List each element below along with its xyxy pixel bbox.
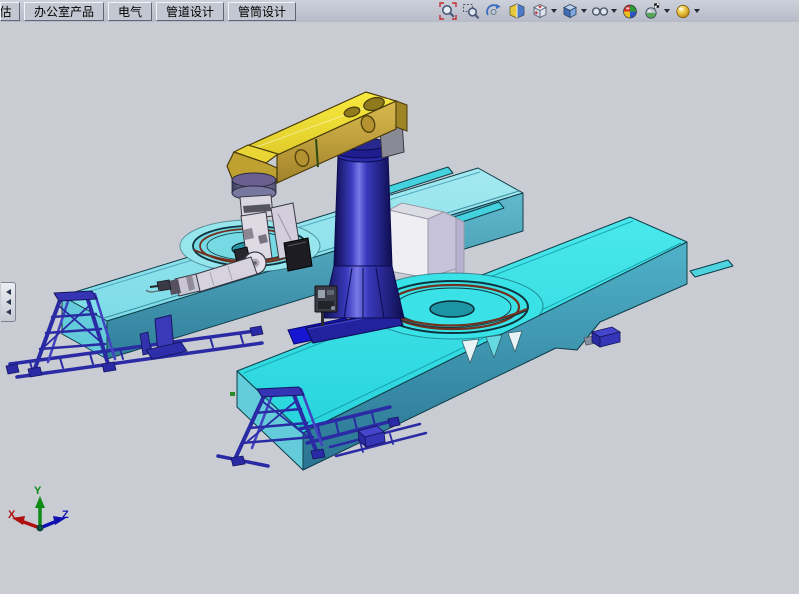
left-arrow-icon — [6, 289, 11, 295]
command-tab-piping-design[interactable]: 管道设计 — [156, 2, 224, 21]
edit-appearance-icon — [621, 2, 639, 20]
rotate-view-icon — [485, 2, 503, 20]
zoom-to-fit-icon — [439, 2, 457, 20]
orientation-triad: X Y Z — [8, 485, 69, 531]
view-orientation-dropdown[interactable] — [551, 9, 557, 13]
section-view-icon — [508, 2, 526, 20]
apply-scene-button[interactable] — [643, 1, 663, 21]
display-style-button[interactable] — [560, 1, 580, 21]
hide-show-group — [590, 1, 617, 21]
command-tab-electrical[interactable]: 电气 — [108, 2, 152, 21]
view-orientation-group — [530, 1, 557, 21]
column-control-box[interactable] — [315, 286, 337, 326]
command-tabstrip: 估 办公室产品 电气 管道设计 管筒设计 — [0, 0, 298, 22]
top-toolbar: 估 办公室产品 电气 管道设计 管筒设计 — [0, 0, 799, 23]
command-tab-office-products[interactable]: 办公室产品 — [24, 2, 104, 21]
zoom-to-fit-button[interactable] — [438, 1, 458, 21]
left-arrow-icon — [6, 309, 11, 315]
hide-show-items-icon — [591, 2, 609, 20]
command-tab-tubing-design[interactable]: 管筒设计 — [228, 2, 296, 21]
left-arrow-icon — [6, 299, 11, 305]
expand-feature-panel-button[interactable] — [1, 282, 16, 322]
view-settings-button[interactable] — [673, 1, 693, 21]
model-scene[interactable]: X Y Z — [0, 22, 799, 589]
edit-appearance-button[interactable] — [620, 1, 640, 21]
apply-scene-icon — [644, 2, 662, 20]
hide-show-items-button[interactable] — [590, 1, 610, 21]
triad-z-label: Z — [62, 509, 69, 521]
triad-y-label: Y — [34, 485, 42, 497]
hide-show-items-dropdown[interactable] — [611, 9, 617, 13]
view-toolbar — [438, 0, 700, 22]
graphics-viewport[interactable]: X Y Z — [0, 22, 799, 589]
view-orientation-button[interactable] — [530, 1, 550, 21]
view-settings-dropdown[interactable] — [694, 9, 700, 13]
view-settings-group — [673, 1, 700, 21]
display-style-group — [560, 1, 587, 21]
view-orientation-icon — [531, 2, 549, 20]
triad-x-label: X — [8, 509, 16, 521]
apply-scene-dropdown[interactable] — [664, 9, 670, 13]
display-style-icon — [561, 2, 579, 20]
command-tab-partial[interactable]: 估 — [0, 2, 20, 21]
apply-scene-group — [643, 1, 670, 21]
zoom-to-area-button[interactable] — [461, 1, 481, 21]
zoom-to-area-icon — [462, 2, 480, 20]
view-settings-icon — [674, 2, 692, 20]
section-view-button[interactable] — [507, 1, 527, 21]
display-style-dropdown[interactable] — [581, 9, 587, 13]
rotate-view-button[interactable] — [484, 1, 504, 21]
